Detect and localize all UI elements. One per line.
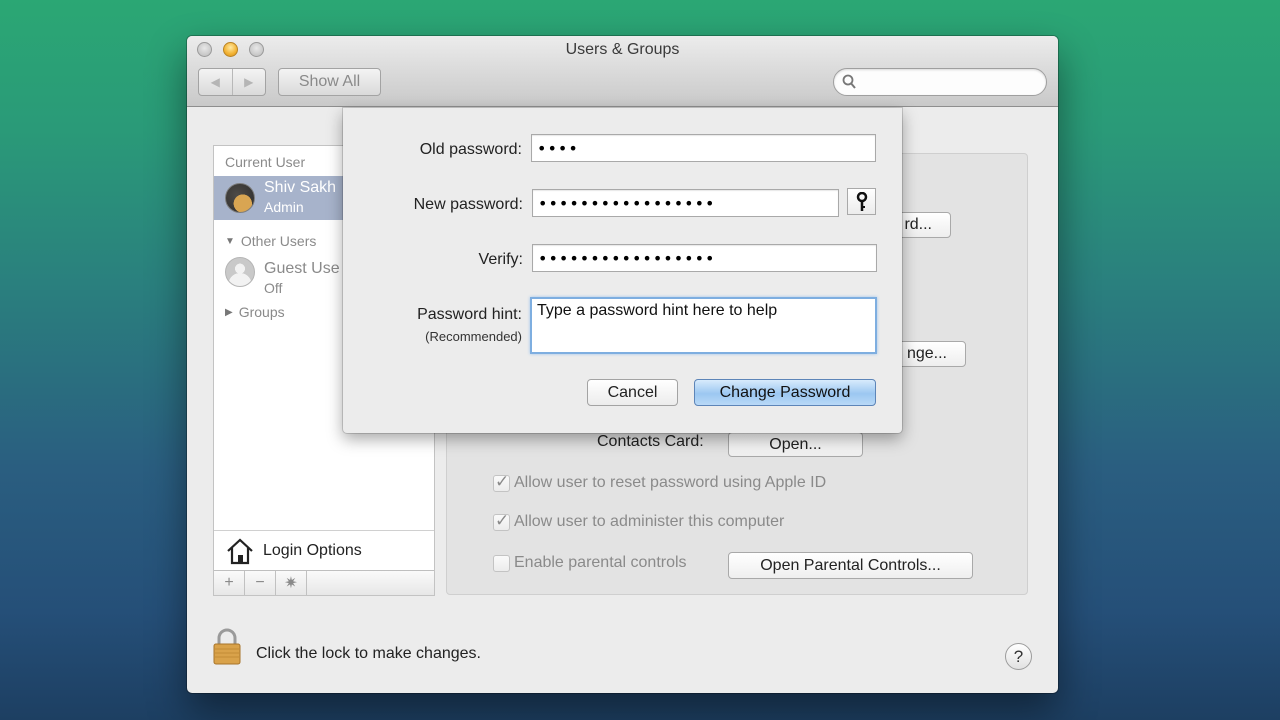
search-field[interactable]	[833, 68, 1047, 96]
add-user-button[interactable]: +	[214, 571, 245, 595]
house-icon	[227, 538, 253, 564]
show-all-button[interactable]: Show All	[278, 68, 381, 96]
administer-computer-row: ✓ Allow user to administer this computer	[493, 510, 785, 531]
user-avatar	[225, 183, 255, 213]
other-users-label: Other Users	[240, 233, 317, 249]
old-password-label: Old password:	[419, 141, 522, 158]
user-role: Admin	[264, 199, 304, 215]
disclosure-right-icon: ▶	[225, 306, 233, 318]
remove-user-button[interactable]: −	[245, 571, 276, 595]
guest-name: Guest Use	[264, 260, 340, 277]
change-password-confirm-button[interactable]: Change Password	[694, 379, 876, 406]
change-button-label: nge...	[906, 345, 947, 362]
guest-status: Off	[264, 280, 283, 296]
password-assistant-button[interactable]	[847, 188, 876, 215]
forward-button[interactable]: ▶	[231, 69, 266, 95]
disclosure-down-icon: ▼	[225, 235, 235, 247]
guest-avatar	[225, 257, 255, 287]
login-options-label: Login Options	[263, 541, 362, 559]
current-user-header: Current User	[225, 154, 306, 170]
verify-label: Verify:	[478, 251, 523, 268]
old-password-field[interactable]	[531, 134, 876, 162]
search-input[interactable]	[862, 72, 1038, 92]
verify-field[interactable]	[532, 244, 877, 272]
password-hint-recommended: (Recommended)	[425, 329, 522, 344]
reset-password-apple-id-checkbox[interactable]: ✓	[493, 471, 510, 492]
lock-icon	[213, 628, 241, 665]
new-password-field[interactable]	[532, 189, 839, 217]
other-users-section[interactable]: ▼ Other Users	[225, 233, 316, 249]
help-button[interactable]: ?	[1005, 643, 1032, 670]
change-password-dialog: Old password: New password: Verify: Pass…	[343, 108, 902, 433]
checkmark-icon: ✓	[495, 510, 510, 530]
reset-password-apple-id-row: ✓ Allow user to reset password using App…	[493, 471, 827, 492]
groups-label: Groups	[238, 304, 285, 320]
verify-input[interactable]	[533, 245, 876, 271]
search-icon	[842, 74, 856, 89]
login-options-item[interactable]: Login Options	[214, 530, 434, 570]
back-forward-group: ◀ ▶	[198, 68, 266, 96]
lock-button[interactable]	[212, 628, 242, 666]
contacts-card-label: Contacts Card:	[597, 433, 704, 450]
password-hint-label: Password hint:	[417, 306, 522, 323]
administer-computer-checkbox[interactable]: ✓	[493, 510, 510, 531]
key-icon	[856, 191, 867, 211]
groups-section[interactable]: ▶ Groups	[225, 304, 285, 320]
user-list-toolbar: + − ✷	[214, 570, 434, 595]
checkmark-icon: ✓	[495, 471, 510, 491]
parental-controls-label: Enable parental controls	[514, 554, 687, 571]
lock-status-text: Click the lock to make changes.	[256, 645, 481, 662]
password-hint-input[interactable]: Type a password hint here to help	[532, 299, 875, 352]
new-password-label: New password:	[413, 196, 523, 213]
old-password-input[interactable]	[532, 135, 875, 161]
back-button[interactable]: ◀	[199, 69, 232, 95]
user-name: Shiv Sakh	[264, 179, 337, 196]
forward-arrow-icon: ▶	[244, 75, 254, 89]
cancel-button[interactable]: Cancel	[587, 379, 678, 406]
new-password-input[interactable]	[533, 190, 838, 216]
window-title: Users & Groups	[565, 41, 680, 58]
parental-controls-checkbox[interactable]	[493, 554, 510, 572]
change-password-button-label: rd...	[904, 216, 932, 233]
gear-icon[interactable]: ✷	[276, 571, 307, 595]
reset-password-apple-id-label: Allow user to reset password using Apple…	[514, 474, 827, 491]
open-parental-controls-button[interactable]: Open Parental Controls...	[728, 552, 973, 579]
administer-computer-label: Allow user to administer this computer	[514, 513, 785, 530]
parental-controls-row: Enable parental controls	[493, 554, 687, 572]
open-contacts-button[interactable]: Open...	[728, 432, 863, 457]
password-hint-field[interactable]: Type a password hint here to help	[530, 297, 877, 354]
back-arrow-icon: ◀	[210, 75, 220, 89]
title-bar: Users & Groups ◀ ▶ Show All	[187, 36, 1058, 107]
